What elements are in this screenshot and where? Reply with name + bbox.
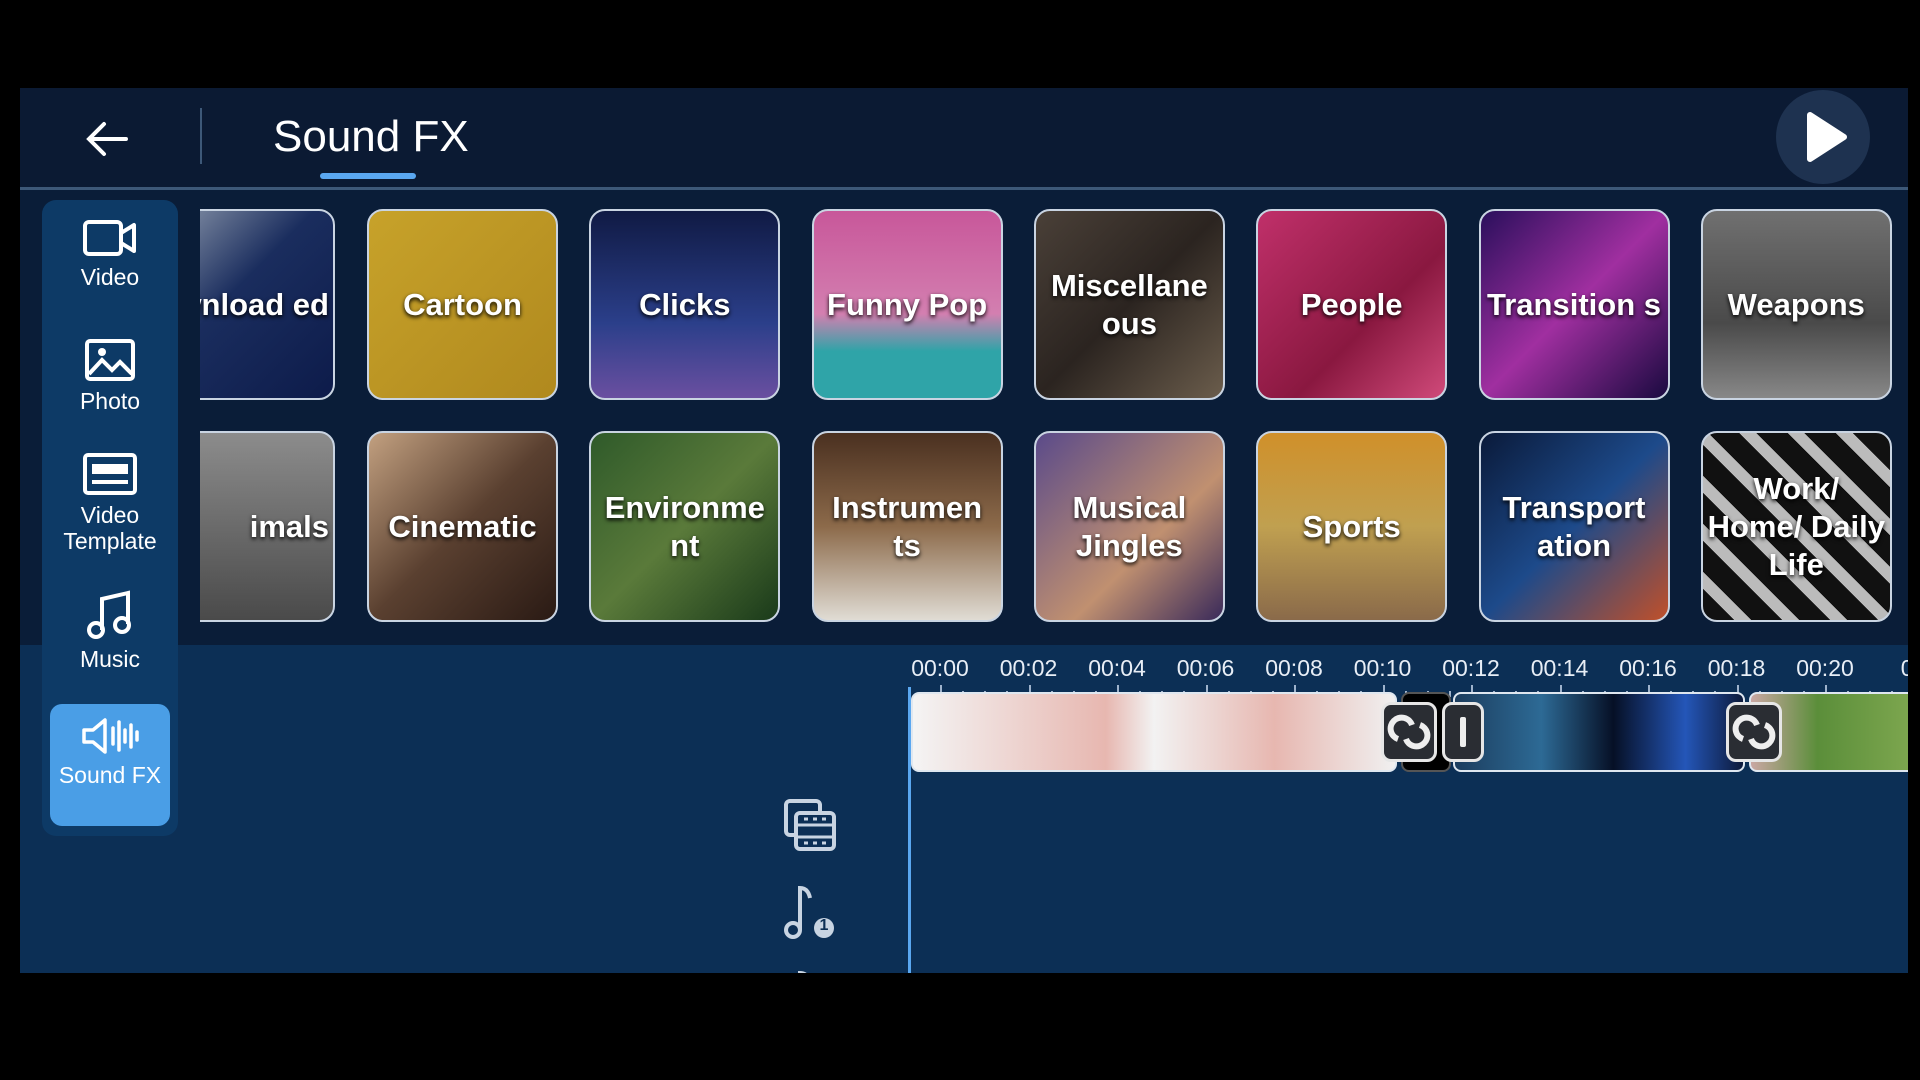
category-label: Transport ation — [1502, 489, 1646, 563]
play-button[interactable] — [1776, 90, 1870, 184]
video-clip[interactable] — [911, 692, 1397, 772]
music-track-2-icon — [798, 970, 807, 973]
sidebar-item-label: Sound FX — [58, 762, 162, 788]
category-label: wnload ed — [200, 286, 329, 322]
video-track-icon[interactable] — [780, 795, 840, 855]
music-track-1[interactable]: 1 — [780, 880, 840, 940]
time-tick-label: 00:08 — [1265, 655, 1323, 681]
category-tile[interactable]: Transport ation — [1478, 431, 1670, 622]
category-tile[interactable]: Transition s — [1478, 209, 1670, 400]
time-tick-label: 00:16 — [1619, 655, 1677, 681]
category-grid: wnload ed Cartoon Clicks Funny Pop Miscellan… — [200, 209, 1908, 629]
sidebar-item-photo[interactable]: Photo — [50, 338, 170, 422]
sidebar-item-video-template[interactable]: Video Template — [50, 452, 170, 562]
category-label: Musical Jingles — [1072, 489, 1187, 563]
category-tile[interactable]: Sports — [1256, 431, 1448, 622]
time-tick-label: 00 — [1900, 655, 1908, 681]
category-label: Transition s — [1487, 286, 1661, 322]
category-tile[interactable]: People — [1256, 209, 1448, 400]
time-tick-label: 00:00 — [911, 655, 969, 681]
time-tick-label: 00:12 — [1442, 655, 1500, 681]
time-tick-label: 00:14 — [1530, 655, 1589, 681]
category-tile[interactable]: Funny Pop — [811, 209, 1003, 400]
category-label: Cinematic — [388, 508, 537, 544]
sidebar-item-label: Photo — [79, 388, 141, 414]
transition-icon — [1387, 714, 1431, 750]
header: Sound FX — [20, 88, 1908, 190]
music-track-2[interactable]: 2 — [780, 965, 840, 973]
video-camera-icon — [83, 220, 136, 256]
category-tile[interactable]: Work/ Home/ Daily Life — [1700, 431, 1892, 622]
time-tick-label: 00:04 — [1088, 655, 1146, 681]
category-label: Funny Pop — [827, 286, 988, 322]
time-tick-label: 00:10 — [1353, 655, 1412, 681]
time-tick-label: 00:02 — [999, 655, 1058, 681]
category-label: Cartoon — [403, 286, 522, 322]
title-underline — [320, 173, 416, 179]
track-number: 1 — [819, 917, 829, 934]
category-tile[interactable]: Cinematic — [367, 431, 558, 622]
page-title: Sound FX — [273, 112, 469, 161]
video-clip[interactable] — [1453, 692, 1745, 772]
time-tick-label: 00:06 — [1176, 655, 1235, 681]
category-label: Miscellane ous — [1050, 267, 1208, 341]
category-tile[interactable]: Musical Jingles — [1033, 431, 1225, 622]
category-tile[interactable]: wnload ed — [200, 209, 335, 400]
transition-button[interactable] — [1726, 702, 1782, 762]
category-label: Clicks — [639, 286, 731, 322]
category-tile[interactable]: Weapons — [1700, 209, 1892, 400]
category-label: Work/ Home/ Daily Life — [1707, 470, 1886, 582]
video-track — [911, 692, 1908, 772]
sidebar-item-sound-fx[interactable]: Sound FX — [50, 704, 170, 826]
arrow-left-icon — [86, 122, 128, 156]
category-label: Environme nt — [604, 489, 765, 563]
sidebar-item-label: Video — [80, 264, 140, 290]
sidebar-item-label: Video Template — [63, 502, 157, 554]
divider — [200, 108, 202, 164]
play-icon — [1807, 112, 1847, 162]
music-note-icon — [87, 590, 131, 639]
time-ruler: 00:00 00:02 00:04 00:06 00:08 00:10 00:12 00:14… — [20, 645, 1908, 697]
time-tick-label: 00:20 — [1796, 655, 1854, 681]
category-label: Instrumen ts — [832, 489, 983, 563]
category-tile[interactable]: imals — [200, 431, 335, 622]
time-tick-label: 00:18 — [1707, 655, 1766, 681]
sidebar-item-label: Music — [79, 646, 141, 672]
category-tile[interactable]: Clicks — [589, 209, 781, 400]
split-button[interactable] — [1442, 702, 1484, 762]
category-tile[interactable]: Miscellane ous — [1033, 209, 1225, 400]
playhead[interactable] — [908, 687, 911, 973]
category-label: Sports — [1302, 508, 1401, 544]
sidebar-item-music[interactable]: Music — [50, 590, 170, 680]
timeline-panel: 00:00 00:02 00:04 00:06 00:08 00:10 00:12 00:14… — [20, 645, 1908, 973]
transition-button[interactable] — [1381, 702, 1437, 762]
app-window: Sound FX wnload ed Cartoon Clicks Funny Pop… — [20, 88, 1908, 973]
image-icon — [85, 339, 135, 381]
category-label: imals — [249, 508, 329, 544]
transition-icon — [1732, 714, 1776, 750]
sidebar: Video Photo Video Template Music Sound F… — [42, 200, 178, 836]
sidebar-item-video[interactable]: Video — [50, 218, 170, 302]
category-tile[interactable]: Environme nt — [589, 431, 781, 622]
speaker-wave-icon — [82, 718, 139, 754]
split-icon — [1460, 717, 1466, 747]
back-button[interactable] — [82, 114, 132, 164]
category-label: People — [1300, 286, 1403, 322]
template-icon — [83, 453, 137, 495]
category-tile[interactable]: Instrumen ts — [811, 431, 1003, 622]
category-tile[interactable]: Cartoon — [367, 209, 558, 400]
category-label: Weapons — [1727, 286, 1865, 322]
music-track-1-icon — [784, 885, 834, 939]
